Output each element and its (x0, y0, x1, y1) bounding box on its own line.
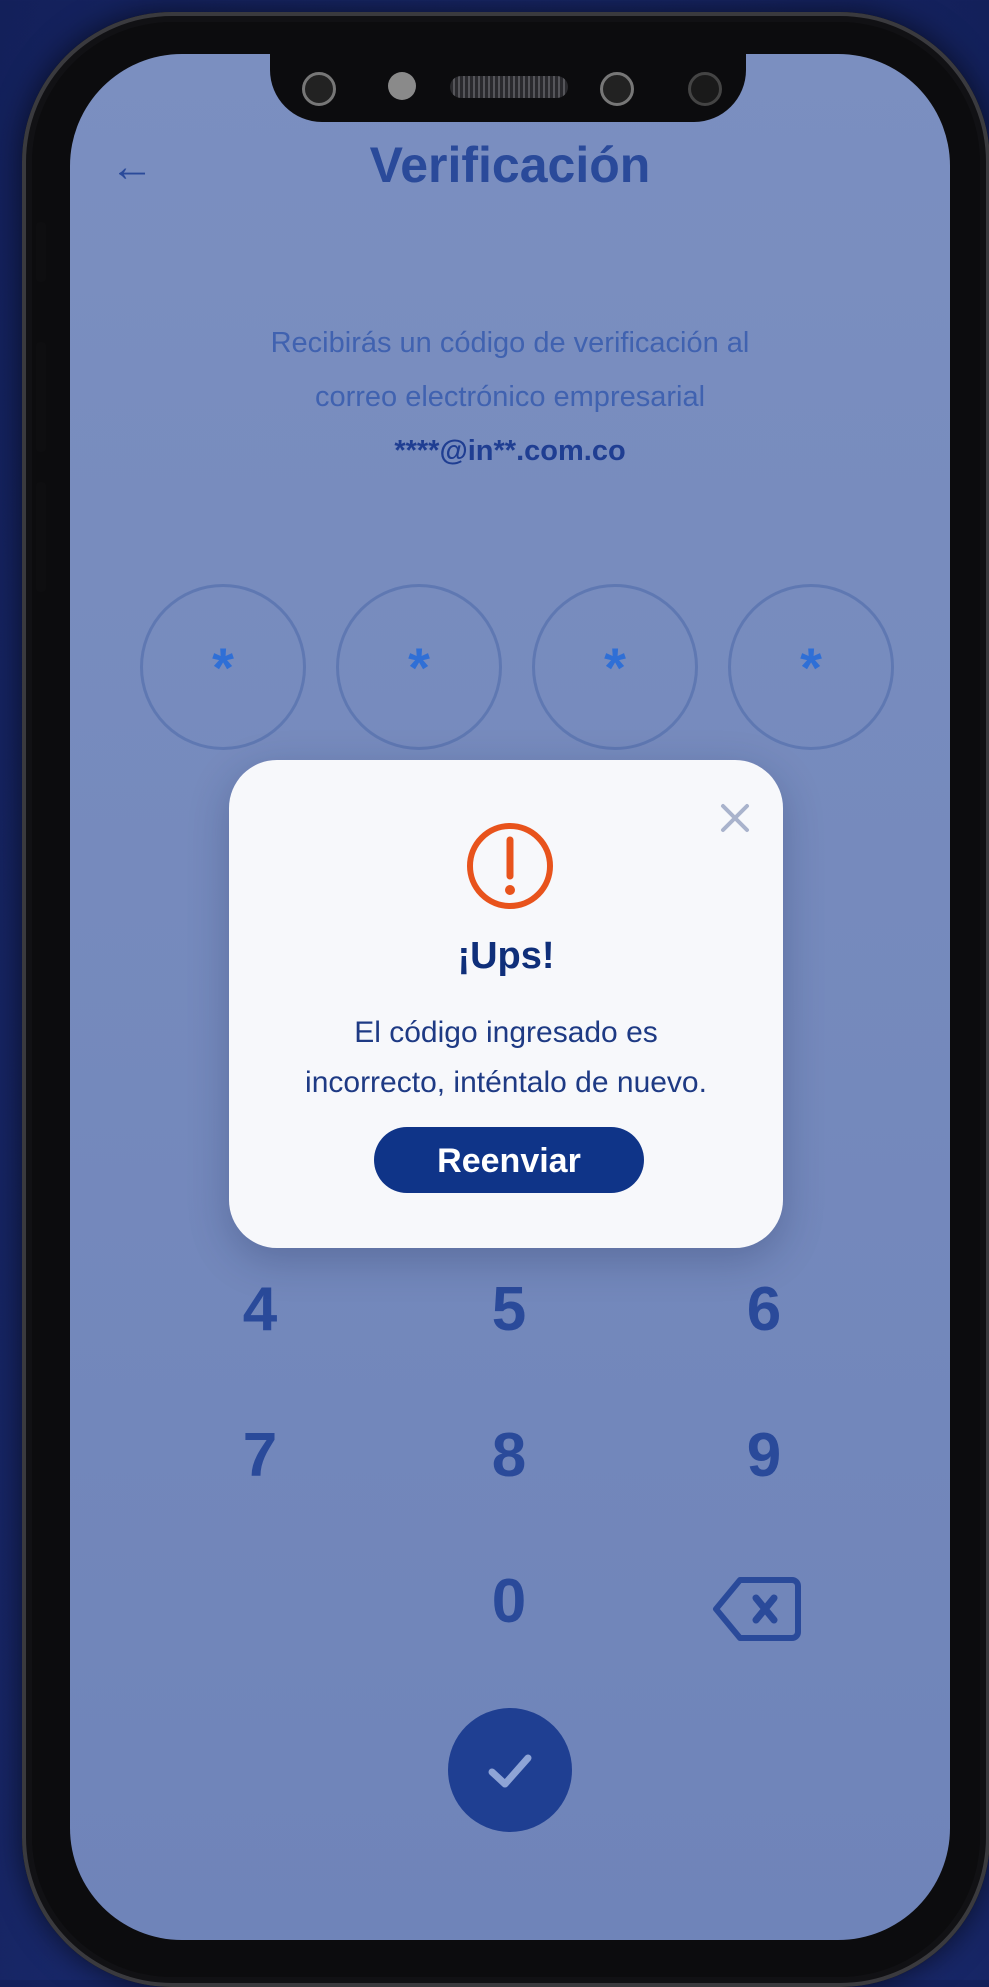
key-7[interactable]: 7 (200, 1420, 320, 1491)
pin-inputs: * * * * (140, 584, 894, 750)
dialog-message: El código ingresado es incorrecto, intén… (249, 1008, 763, 1108)
key-4[interactable]: 4 (200, 1274, 320, 1345)
description-line-1: Recibirás un código de verificación al (270, 327, 750, 359)
masked-email: ****@in**.com.co (394, 435, 626, 467)
resend-button[interactable]: Reenviar (374, 1127, 644, 1193)
pin-digit-2[interactable]: * (336, 584, 502, 750)
key-8[interactable]: 8 (449, 1420, 569, 1491)
error-dialog: ¡Ups! El código ingresado es incorrecto,… (229, 760, 783, 1248)
dot-projector-icon (688, 72, 722, 106)
check-icon (488, 1754, 532, 1788)
dialog-message-line-2: incorrecto, inténtalo de nuevo. (305, 1066, 707, 1099)
key-5[interactable]: 5 (449, 1274, 569, 1345)
dialog-title: ¡Ups! (457, 935, 555, 977)
pin-digit-3[interactable]: * (532, 584, 698, 750)
page-title: Verificación (369, 137, 651, 193)
proximity-sensor-icon (388, 72, 416, 100)
key-6[interactable]: 6 (704, 1274, 824, 1345)
pin-digit-4[interactable]: * (728, 584, 894, 750)
confirm-button[interactable] (448, 1708, 572, 1832)
front-camera-icon (302, 72, 336, 106)
key-9[interactable]: 9 (704, 1420, 824, 1491)
verification-description: Recibirás un código de verificación al c… (190, 316, 830, 478)
phone-notch (270, 54, 746, 122)
backspace-icon[interactable] (712, 1574, 802, 1644)
dialog-message-line-1: El código ingresado es (354, 1016, 658, 1049)
ambient-sensor-icon (600, 72, 634, 106)
exclamation-circle-icon (467, 823, 553, 909)
mute-switch (36, 222, 46, 282)
earpiece-speaker (450, 76, 568, 98)
description-line-2: correo electrónico empresarial (314, 381, 706, 413)
close-icon[interactable] (715, 798, 755, 838)
volume-down-button (36, 482, 46, 592)
volume-up-button (36, 342, 46, 452)
pin-digit-1[interactable]: * (140, 584, 306, 750)
key-0[interactable]: 0 (449, 1566, 569, 1637)
